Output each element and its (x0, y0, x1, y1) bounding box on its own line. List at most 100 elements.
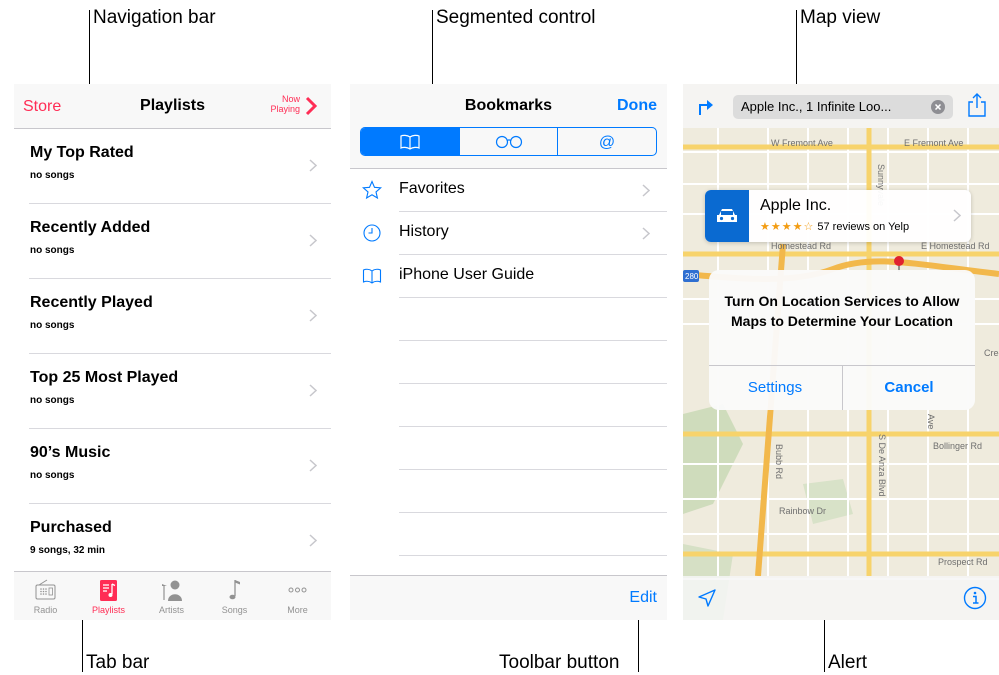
playlist-subtitle: 9 songs, 32 min (30, 545, 106, 556)
directions-icon[interactable] (696, 95, 718, 117)
playlist-row[interactable]: Recently Added no songs (29, 204, 331, 279)
chevron-right-icon (642, 184, 650, 197)
place-callout[interactable]: Apple Inc. ★★★★☆ 57 reviews on Yelp (705, 190, 971, 242)
tab-label: Playlists (91, 605, 125, 615)
chevron-right-icon[interactable] (300, 95, 322, 117)
street-label: E Fremont Ave (904, 138, 963, 148)
radio-icon (35, 579, 56, 600)
interstate-shield-label: 280 (685, 272, 699, 281)
songs-icon (229, 580, 240, 600)
alert-buttons: Settings Cancel (709, 365, 975, 410)
toolbar: Edit (350, 575, 667, 620)
place-rating: ★★★★☆ 57 reviews on Yelp (760, 220, 909, 233)
now-playing-line1: Now (281, 94, 300, 104)
tab-playlists[interactable]: Playlists (77, 572, 140, 620)
street-label: Homestead Rd (771, 241, 831, 251)
navigation-bar: Store Playlists Now Playing (14, 84, 331, 129)
bookmark-label: History (399, 223, 449, 240)
playlist-title: My Top Rated (30, 144, 134, 161)
bookmark-row-user-guide[interactable]: iPhone User Guide (350, 255, 667, 298)
artists-icon (162, 580, 182, 601)
playlist-title: Recently Added (30, 219, 151, 236)
tab-artists[interactable]: Artists (140, 572, 203, 620)
place-name: Apple Inc. (760, 197, 832, 214)
empty-row (350, 341, 667, 384)
playlist-row[interactable]: Top 25 Most Played no songs (29, 354, 331, 429)
playlist-subtitle: no songs (30, 170, 75, 181)
now-playing-button[interactable]: Now Playing (270, 94, 300, 114)
chevron-right-icon (309, 534, 317, 547)
callout-tab-bar: Tab bar (86, 652, 150, 673)
playlist-title: Recently Played (30, 294, 153, 311)
street-label: S De Anza Blvd (877, 434, 887, 497)
done-button[interactable]: Done (617, 97, 657, 115)
bookmark-label: Favorites (399, 180, 465, 197)
chevron-right-icon (309, 159, 317, 172)
empty-row (350, 384, 667, 427)
alert-message: Turn On Location Services to Allow Maps … (724, 293, 960, 329)
chevron-right-icon (309, 384, 317, 397)
segmented-control: @ (360, 127, 657, 156)
street-label: Rainbow Dr (779, 506, 826, 516)
book-icon (400, 134, 420, 150)
playlist-row[interactable]: Recently Played no songs (29, 279, 331, 354)
street-label: Ave (926, 414, 936, 429)
callout-navigation-bar: Navigation bar (93, 7, 216, 28)
empty-row (350, 298, 667, 341)
search-field[interactable]: Apple Inc., 1 Infinite Loo... (733, 95, 953, 119)
tab-label: Radio (33, 605, 58, 615)
callout-toolbar-button: Toolbar button (499, 652, 620, 673)
maps-top-bar: Apple Inc., 1 Infinite Loo... (683, 84, 999, 128)
maps-screen: W Fremont Ave E Fremont Ave Sunnyvale Ho… (683, 84, 999, 620)
search-text: Apple Inc., 1 Infinite Loo... (741, 99, 892, 114)
tab-more[interactable]: More (266, 572, 329, 620)
tab-radio[interactable]: Radio (14, 572, 77, 620)
tab-label: More (287, 605, 308, 615)
star-rating-icon: ★★★★☆ (760, 221, 815, 233)
playlist-subtitle: no songs (30, 470, 75, 481)
playlist-row[interactable]: My Top Rated no songs (29, 129, 331, 204)
share-icon[interactable] (967, 92, 987, 118)
now-playing-line2: Playing (270, 104, 300, 114)
segment-reading-list[interactable] (458, 128, 558, 155)
playlist-subtitle: no songs (30, 395, 75, 406)
maps-bottom-bar (683, 576, 999, 620)
svg-text:@: @ (599, 134, 615, 151)
location-arrow-icon[interactable] (697, 588, 717, 608)
info-icon[interactable] (963, 586, 987, 610)
safari-bookmarks-screen: Bookmarks Done @ Favorites History iPhon… (350, 84, 667, 620)
playlist-subtitle: no songs (30, 245, 75, 256)
playlist-title: Purchased (30, 519, 112, 536)
bookmark-row-favorites[interactable]: Favorites (350, 169, 667, 212)
chevron-right-icon (309, 234, 317, 247)
tab-bar: Radio Playlists Artists Songs More (14, 571, 331, 620)
callout-alert: Alert (828, 652, 868, 673)
street-label: E Homestead Rd (921, 241, 990, 251)
chevron-right-icon (309, 309, 317, 322)
empty-row (350, 427, 667, 470)
location-alert: Turn On Location Services to Allow Maps … (709, 270, 975, 410)
clock-icon (363, 224, 381, 242)
clear-icon[interactable] (931, 100, 945, 114)
playlist-title: Top 25 Most Played (30, 369, 179, 386)
empty-row (350, 470, 667, 513)
playlist-subtitle: no songs (30, 320, 75, 331)
chevron-right-icon (953, 209, 961, 222)
bookmark-row-history[interactable]: History (350, 212, 667, 255)
bookmarks-list: Favorites History iPhone User Guide (350, 169, 667, 556)
car-icon[interactable] (705, 190, 749, 242)
segment-shared-links[interactable]: @ (557, 128, 656, 155)
tab-songs[interactable]: Songs (203, 572, 266, 620)
chevron-right-icon (642, 227, 650, 240)
segment-bookmarks[interactable] (361, 128, 459, 155)
reading-list-glasses-icon (495, 135, 522, 148)
edit-button[interactable]: Edit (629, 589, 657, 607)
settings-button[interactable]: Settings (709, 366, 841, 410)
playlist-row[interactable]: Purchased 9 songs, 32 min (29, 504, 331, 578)
chevron-right-icon (309, 459, 317, 472)
playlist-row[interactable]: 90’s Music no songs (29, 429, 331, 504)
star-icon (362, 180, 382, 200)
callout-map-view: Map view (800, 7, 881, 28)
bookmark-label: iPhone User Guide (399, 266, 535, 283)
cancel-button[interactable]: Cancel (843, 366, 975, 410)
